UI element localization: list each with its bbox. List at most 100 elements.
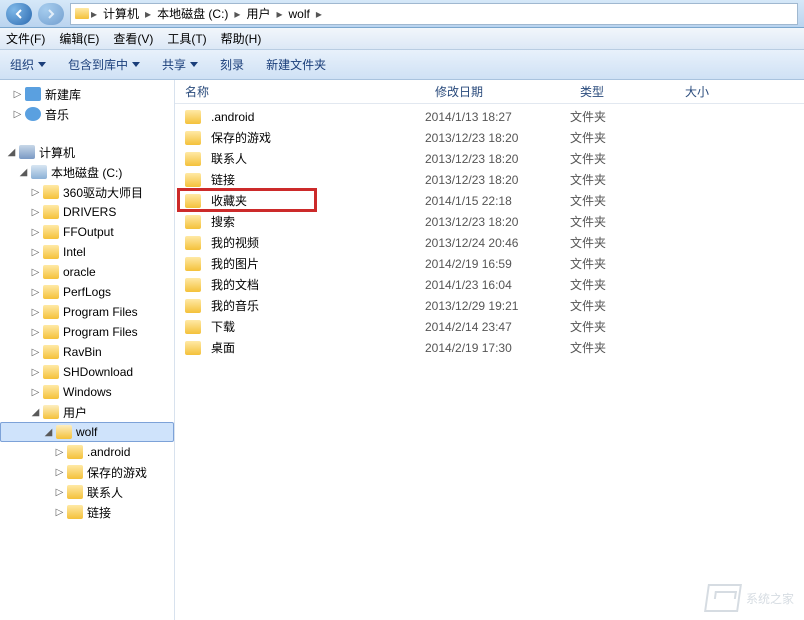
expand-toggle[interactable]: ▷ bbox=[30, 367, 41, 378]
expand-toggle[interactable]: ▷ bbox=[30, 347, 41, 358]
file-row[interactable]: 我的图片2014/2/19 16:59文件夹 bbox=[175, 253, 804, 274]
file-row[interactable]: 我的音乐2013/12/29 19:21文件夹 bbox=[175, 295, 804, 316]
file-type: 文件夹 bbox=[570, 150, 675, 167]
tree-item-folder[interactable]: ▷DRIVERS bbox=[0, 202, 174, 222]
expand-toggle[interactable]: ▷ bbox=[30, 287, 41, 298]
menu-help[interactable]: 帮助(H) bbox=[221, 30, 262, 47]
file-row[interactable]: 联系人2013/12/23 18:20文件夹 bbox=[175, 148, 804, 169]
file-name: 下载 bbox=[211, 318, 235, 335]
menu-file[interactable]: 文件(F) bbox=[6, 30, 45, 47]
column-header-name[interactable]: 名称 bbox=[175, 83, 425, 100]
folder-icon bbox=[43, 245, 59, 259]
nav-forward-button[interactable] bbox=[38, 3, 64, 25]
expand-toggle[interactable]: ▷ bbox=[54, 447, 65, 458]
column-header-type[interactable]: 类型 bbox=[570, 83, 675, 100]
titlebar: ▸ 计算机 ▸ 本地磁盘 (C:) ▸ 用户 ▸ wolf ▸ bbox=[0, 0, 804, 28]
folder-icon bbox=[43, 225, 59, 239]
menu-edit[interactable]: 编辑(E) bbox=[59, 30, 99, 47]
tree-item-computer[interactable]: ◢计算机 bbox=[0, 142, 174, 162]
expand-toggle[interactable]: ▷ bbox=[12, 89, 23, 100]
collapse-toggle[interactable]: ◢ bbox=[18, 167, 29, 178]
tree-item-folder[interactable]: ▷Intel bbox=[0, 242, 174, 262]
expand-toggle[interactable]: ▷ bbox=[30, 327, 41, 338]
file-row[interactable]: 保存的游戏2013/12/23 18:20文件夹 bbox=[175, 127, 804, 148]
tree-item-folder[interactable]: ▷oracle bbox=[0, 262, 174, 282]
column-header-date[interactable]: 修改日期 bbox=[425, 83, 570, 100]
tree-item-folder[interactable]: ▷链接 bbox=[0, 502, 174, 522]
chevron-right-icon: ▸ bbox=[145, 7, 151, 21]
path-segment[interactable]: 用户 bbox=[242, 5, 274, 22]
file-row[interactable]: 链接2013/12/23 18:20文件夹 bbox=[175, 169, 804, 190]
tree-item-folder[interactable]: ▷FFOutput bbox=[0, 222, 174, 242]
file-row[interactable]: .android2014/1/13 18:27文件夹 bbox=[175, 106, 804, 127]
menu-view[interactable]: 查看(V) bbox=[113, 30, 153, 47]
file-row[interactable]: 我的视频2013/12/24 20:46文件夹 bbox=[175, 232, 804, 253]
path-segment[interactable]: 计算机 bbox=[99, 5, 143, 22]
file-row[interactable]: 下载2014/2/14 23:47文件夹 bbox=[175, 316, 804, 337]
collapse-toggle[interactable]: ◢ bbox=[30, 407, 41, 418]
file-name: 链接 bbox=[211, 171, 235, 188]
folder-icon bbox=[185, 257, 201, 271]
share-button[interactable]: 共享 bbox=[162, 56, 198, 73]
drive-icon bbox=[31, 165, 47, 179]
tree-item-users[interactable]: ◢用户 bbox=[0, 402, 174, 422]
file-date: 2014/1/23 16:04 bbox=[425, 278, 570, 292]
folder-icon bbox=[185, 131, 201, 145]
file-type: 文件夹 bbox=[570, 213, 675, 230]
new-folder-button[interactable]: 新建文件夹 bbox=[266, 56, 326, 73]
column-header-size[interactable]: 大小 bbox=[675, 83, 755, 100]
folder-icon bbox=[67, 445, 83, 459]
tree-item-folder[interactable]: ▷PerfLogs bbox=[0, 282, 174, 302]
expand-toggle[interactable]: ▷ bbox=[30, 187, 41, 198]
expand-toggle[interactable]: ▷ bbox=[30, 207, 41, 218]
tree-item-folder[interactable]: ▷SHDownload bbox=[0, 362, 174, 382]
collapse-toggle[interactable]: ◢ bbox=[43, 427, 54, 438]
folder-icon bbox=[43, 185, 59, 199]
tree-item-folder[interactable]: ▷.android bbox=[0, 442, 174, 462]
burn-button[interactable]: 刻录 bbox=[220, 56, 244, 73]
menu-tools[interactable]: 工具(T) bbox=[167, 30, 206, 47]
expand-toggle[interactable]: ▷ bbox=[54, 487, 65, 498]
expand-toggle[interactable]: ▷ bbox=[30, 227, 41, 238]
expand-toggle[interactable]: ▷ bbox=[30, 247, 41, 258]
file-row[interactable]: 桌面2014/2/19 17:30文件夹 bbox=[175, 337, 804, 358]
tree-item-music[interactable]: ▷音乐 bbox=[0, 104, 174, 124]
folder-icon bbox=[67, 465, 83, 479]
watermark: 系统之家 bbox=[706, 584, 794, 612]
path-segment[interactable]: wolf bbox=[284, 7, 313, 21]
expand-toggle[interactable]: ▷ bbox=[54, 467, 65, 478]
tree-item-folder[interactable]: ▷保存的游戏 bbox=[0, 462, 174, 482]
address-bar[interactable]: ▸ 计算机 ▸ 本地磁盘 (C:) ▸ 用户 ▸ wolf ▸ bbox=[70, 3, 798, 25]
folder-icon bbox=[43, 345, 59, 359]
file-row[interactable]: 我的文档2014/1/23 16:04文件夹 bbox=[175, 274, 804, 295]
expand-toggle[interactable]: ▷ bbox=[12, 109, 23, 120]
tree-item-folder[interactable]: ▷联系人 bbox=[0, 482, 174, 502]
expand-toggle[interactable]: ▷ bbox=[30, 387, 41, 398]
folder-icon bbox=[75, 8, 89, 19]
tree-item-folder[interactable]: ▷360驱动大师目 bbox=[0, 182, 174, 202]
expand-toggle[interactable]: ▷ bbox=[30, 307, 41, 318]
chevron-down-icon bbox=[132, 62, 140, 67]
tree-item-folder[interactable]: ▷Windows bbox=[0, 382, 174, 402]
nav-back-button[interactable] bbox=[6, 3, 32, 25]
file-type: 文件夹 bbox=[570, 276, 675, 293]
collapse-toggle[interactable]: ◢ bbox=[6, 147, 17, 158]
organize-button[interactable]: 组织 bbox=[10, 56, 46, 73]
folder-icon bbox=[185, 299, 201, 313]
expand-toggle[interactable]: ▷ bbox=[54, 507, 65, 518]
file-date: 2013/12/23 18:20 bbox=[425, 173, 570, 187]
tree-item-drive-c[interactable]: ◢本地磁盘 (C:) bbox=[0, 162, 174, 182]
file-row[interactable]: 搜索2013/12/23 18:20文件夹 bbox=[175, 211, 804, 232]
tree-item-wolf[interactable]: ◢wolf bbox=[0, 422, 174, 442]
folder-icon bbox=[43, 305, 59, 319]
tree-item-folder[interactable]: ▷Program Files bbox=[0, 302, 174, 322]
library-icon bbox=[25, 87, 41, 101]
tree-item-newlib[interactable]: ▷新建库 bbox=[0, 84, 174, 104]
folder-icon bbox=[43, 205, 59, 219]
tree-item-folder[interactable]: ▷Program Files bbox=[0, 322, 174, 342]
file-row[interactable]: 收藏夹2014/1/15 22:18文件夹 bbox=[175, 190, 804, 211]
include-library-button[interactable]: 包含到库中 bbox=[68, 56, 140, 73]
expand-toggle[interactable]: ▷ bbox=[30, 267, 41, 278]
path-segment[interactable]: 本地磁盘 (C:) bbox=[153, 5, 232, 22]
tree-item-folder[interactable]: ▷RavBin bbox=[0, 342, 174, 362]
